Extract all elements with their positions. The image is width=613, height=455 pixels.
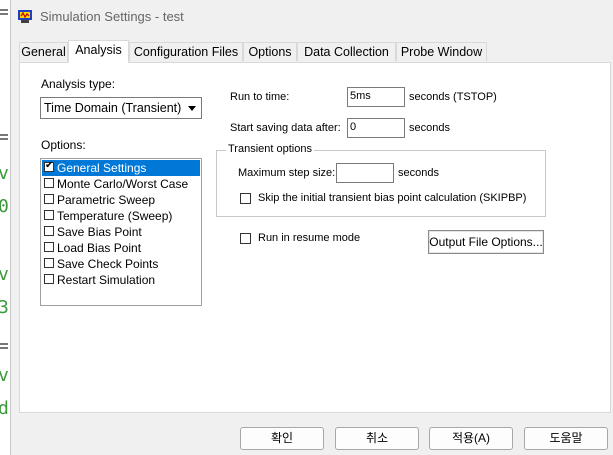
option-checkbox[interactable]	[44, 258, 54, 268]
option-label: Save Check Points	[57, 257, 159, 271]
tab-strip: General Analysis Configuration Files Opt…	[11, 40, 613, 63]
option-checkbox[interactable]	[44, 160, 54, 172]
resume-mode-label: Run in resume mode	[258, 232, 361, 244]
run-to-time-input[interactable]: 5ms	[347, 87, 405, 107]
apply-button[interactable]: 적용(A)	[429, 427, 513, 450]
option-label: Save Bias Point	[57, 225, 142, 239]
option-label: Load Bias Point	[57, 241, 142, 255]
run-to-time-label: Run to time:	[230, 91, 290, 103]
option-parametric-sweep[interactable]: Parametric Sweep	[42, 192, 200, 208]
option-checkbox[interactable]	[44, 274, 54, 284]
background-editor-strip: v 0 v 3 v d	[0, 0, 10, 455]
max-step-label: Maximum step size:	[238, 167, 336, 179]
option-label: Parametric Sweep	[57, 193, 156, 207]
tab-probe-window[interactable]: Probe Window	[396, 42, 487, 61]
skipbp-checkbox[interactable]	[240, 193, 251, 204]
max-step-unit: seconds	[398, 167, 439, 179]
option-checkbox[interactable]	[44, 178, 54, 188]
option-load-bias-point[interactable]: Load Bias Point	[42, 240, 200, 256]
analysis-type-label: Analysis type:	[41, 77, 116, 91]
output-file-options-button[interactable]: Output File Options...	[428, 230, 544, 254]
chevron-down-icon[interactable]	[183, 99, 200, 117]
option-restart-simulation[interactable]: Restart Simulation	[42, 272, 200, 288]
background-text: v	[0, 264, 9, 285]
tab-data-collection[interactable]: Data Collection	[297, 42, 396, 61]
transient-options-title: Transient options	[226, 143, 314, 155]
tab-analysis[interactable]: Analysis	[68, 40, 129, 63]
skipbp-label: Skip the initial transient bias point ca…	[258, 192, 527, 204]
background-line-marker	[0, 134, 8, 136]
option-label: General Settings	[57, 161, 147, 175]
tab-options[interactable]: Options	[243, 42, 297, 61]
option-save-check-points[interactable]: Save Check Points	[42, 256, 200, 272]
analysis-type-value: Time Domain (Transient)	[44, 101, 182, 115]
tab-configuration-files[interactable]: Configuration Files	[129, 42, 243, 61]
option-monte-carlo[interactable]: Monte Carlo/Worst Case	[42, 176, 200, 192]
background-line-marker	[0, 13, 8, 15]
option-checkbox[interactable]	[44, 226, 54, 236]
option-general-settings[interactable]: General Settings	[42, 160, 200, 176]
option-checkbox[interactable]	[44, 210, 54, 220]
start-saving-label: Start saving data after:	[230, 122, 341, 134]
background-text: d	[0, 398, 9, 419]
title-bar[interactable]: Simulation Settings - test	[11, 0, 613, 32]
options-label: Options:	[41, 138, 86, 152]
analysis-tab-panel: Analysis type: Time Domain (Transient) O…	[19, 62, 611, 413]
tab-general[interactable]: General	[19, 42, 68, 61]
option-label: Temperature (Sweep)	[57, 209, 173, 223]
window-title: Simulation Settings - test	[40, 9, 184, 24]
background-text: v	[0, 365, 9, 386]
help-button[interactable]: 도움말	[524, 427, 608, 450]
max-step-input[interactable]	[336, 163, 394, 183]
background-line-marker	[0, 9, 8, 11]
run-to-time-unit: seconds (TSTOP)	[409, 91, 497, 103]
option-save-bias-point[interactable]: Save Bias Point	[42, 224, 200, 240]
background-text: 3	[0, 297, 9, 318]
cancel-button[interactable]: 취소	[335, 427, 419, 450]
start-saving-input[interactable]: 0	[347, 118, 405, 138]
simulation-settings-dialog: Simulation Settings - test General Analy…	[10, 0, 613, 455]
ok-button[interactable]: 확인	[240, 427, 324, 450]
transient-options-group	[216, 150, 546, 217]
option-checkbox[interactable]	[44, 194, 54, 204]
background-text: v	[0, 163, 9, 184]
resume-mode-checkbox[interactable]	[240, 233, 251, 244]
background-line-marker	[0, 343, 8, 345]
simulation-app-icon	[18, 10, 32, 23]
option-temperature-sweep[interactable]: Temperature (Sweep)	[42, 208, 200, 224]
analysis-type-dropdown[interactable]: Time Domain (Transient)	[40, 97, 202, 119]
background-line-marker	[0, 138, 8, 140]
option-label: Restart Simulation	[57, 273, 156, 287]
option-label: Monte Carlo/Worst Case	[57, 177, 189, 191]
option-checkbox[interactable]	[44, 242, 54, 252]
start-saving-unit: seconds	[409, 122, 450, 134]
background-text: 0	[0, 196, 9, 217]
background-line-marker	[0, 347, 8, 349]
options-list[interactable]: General Settings Monte Carlo/Worst Case …	[40, 158, 202, 306]
